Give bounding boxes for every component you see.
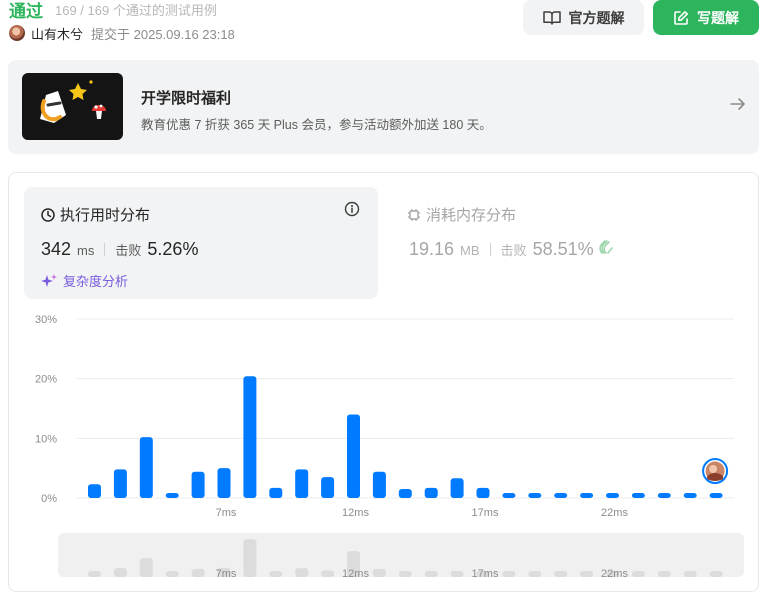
bar (139, 437, 153, 498)
mini-bar (372, 568, 386, 577)
write-solution-label: 写题解 (697, 9, 739, 26)
bar (88, 484, 101, 498)
promo-image (22, 73, 123, 140)
bar (657, 493, 671, 498)
promo-title: 开学限时福利 (141, 90, 232, 107)
bar (398, 489, 412, 498)
range-brush[interactable]: 7ms 12ms 17ms 22ms (58, 533, 744, 580)
brush-tick-label: 7ms (216, 568, 237, 580)
brush-track (58, 533, 744, 577)
y-tick-label: 20% (35, 374, 57, 386)
bar (217, 468, 231, 498)
mini-bar (165, 571, 179, 577)
brush-tick-label: 17ms (472, 568, 499, 580)
mini-bar (450, 570, 464, 577)
mini-bar (683, 571, 697, 577)
bar (165, 493, 179, 498)
arrow-right-icon[interactable] (729, 96, 747, 112)
author-name[interactable]: 山有木兮 (31, 24, 83, 43)
distribution-panel: 执行用时分布 342 ms 击败 5.26% 复杂度分析 消耗内存分布 19.1… (8, 172, 759, 592)
chart-grid (76, 318, 734, 499)
mini-bar (657, 571, 671, 577)
bar (191, 471, 205, 498)
bar (424, 487, 438, 498)
brush-tick-label: 12ms (342, 568, 369, 580)
bar (502, 493, 516, 498)
y-tick-label: 0% (41, 493, 57, 505)
bar (606, 493, 619, 498)
mini-bar (424, 571, 438, 577)
bar (709, 493, 723, 498)
mini-bar (113, 568, 127, 577)
y-tick-label: 10% (35, 433, 57, 445)
x-tick-label: 22ms (601, 507, 628, 519)
user-marker[interactable] (702, 458, 729, 484)
mini-bar (502, 571, 516, 577)
promo-banner[interactable]: 开学限时福利 教育优惠 7 折获 365 天 Plus 会员，参与活动额外加送 … (8, 60, 759, 154)
bar (580, 493, 594, 498)
bar (683, 493, 697, 498)
submission-info: 山有木兮 提交于 2025.09.16 23:18 (9, 24, 235, 42)
bar (554, 493, 568, 498)
mini-bar (269, 571, 283, 577)
bar (295, 469, 309, 498)
mini-bar (398, 571, 412, 577)
bar (321, 477, 335, 498)
x-tick-label: 7ms (216, 507, 237, 519)
bar (243, 376, 257, 498)
mini-bar (321, 570, 335, 577)
mini-bar (191, 568, 205, 577)
official-solution-label: 官方题解 (568, 9, 625, 26)
avatar[interactable] (9, 25, 25, 41)
status-title: 通过 (9, 2, 43, 21)
bar (113, 469, 127, 498)
bar (631, 493, 645, 498)
x-tick-label: 17ms (472, 507, 499, 519)
mini-bar (528, 571, 542, 577)
bar (476, 487, 490, 498)
y-tick-label: 30% (35, 314, 57, 326)
book-icon (542, 10, 561, 25)
mini-bar (554, 571, 568, 577)
bar (347, 414, 360, 498)
brush-tick-label: 22ms (601, 568, 628, 580)
x-axis-labels: 7ms 12ms 17ms 22ms (216, 507, 629, 519)
submitted-time: 提交于 2025.09.16 23:18 (91, 26, 235, 42)
user-avatar-face (709, 465, 718, 473)
mini-bar (295, 568, 309, 577)
mini-bar (709, 571, 723, 577)
bar-series (88, 376, 723, 498)
mini-bar (243, 539, 257, 577)
x-tick-label: 12ms (342, 507, 369, 519)
mini-bar (580, 571, 594, 577)
bar (372, 471, 386, 498)
bar (450, 478, 464, 498)
bar (269, 487, 283, 498)
testcase-summary: 169 / 169 个通过的测试用例 (55, 3, 217, 18)
official-solution-button[interactable]: 官方题解 (523, 0, 644, 35)
write-solution-button[interactable]: 写题解 (653, 0, 759, 35)
edit-icon (674, 10, 688, 25)
mini-bar (88, 571, 101, 577)
mini-bar (631, 571, 645, 577)
runtime-distribution-chart[interactable]: 30% 20% 10% 0% 7ms 12ms 17ms 22ms 7ms 12ms 17ms 2… (9, 173, 758, 591)
promo-description: 教育优惠 7 折获 365 天 Plus 会员，参与活动额外加送 180 天。 (141, 118, 492, 132)
mini-bar (139, 558, 153, 577)
y-axis-labels: 30% 20% 10% 0% (35, 314, 57, 505)
bar (528, 493, 542, 498)
